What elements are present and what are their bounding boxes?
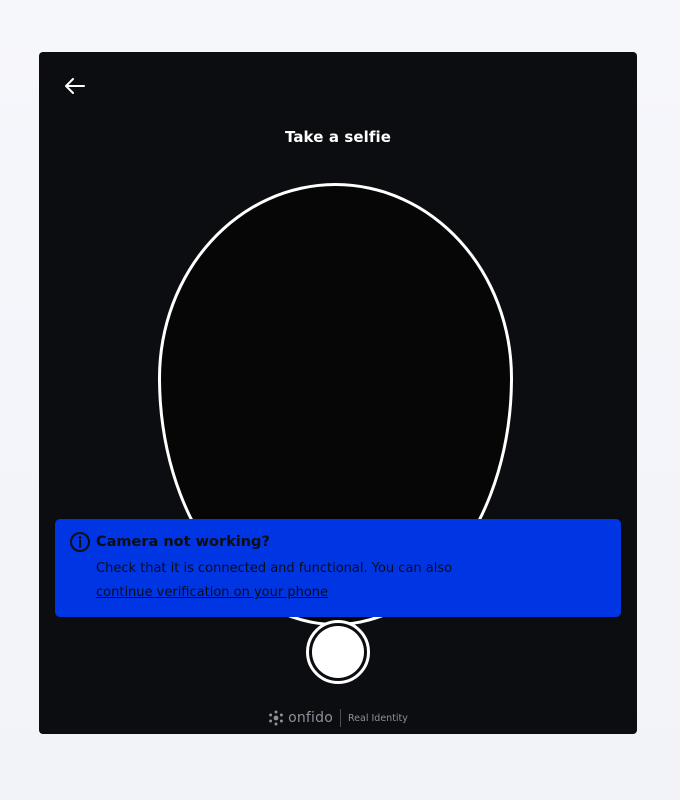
alert-body: Check that it is connected and functiona… — [96, 557, 607, 605]
arrow-left-icon — [65, 78, 85, 94]
alert-title: Camera not working? — [96, 534, 270, 550]
shutter-icon — [312, 626, 364, 678]
onfido-logo-icon — [269, 710, 283, 726]
brand-tagline: Real Identity — [348, 712, 408, 724]
page-title: Take a selfie — [284, 128, 392, 146]
page-background: Take a selfie Camera not working? Check … — [0, 0, 680, 800]
footer-divider — [340, 709, 341, 727]
back-button[interactable] — [61, 72, 89, 100]
footer-branding: onfido Real Identity — [39, 708, 637, 728]
camera-error-alert: Camera not working? Check that it is con… — [55, 519, 621, 617]
alert-header: Camera not working? — [69, 531, 607, 553]
brand-logo: onfido — [268, 710, 333, 726]
info-circle-icon — [70, 532, 90, 552]
brand-name: onfido — [288, 710, 333, 726]
continue-on-phone-link[interactable]: continue verification on your phone — [96, 585, 328, 600]
alert-message: Check that it is connected and functiona… — [96, 561, 453, 576]
selfie-capture-modal: Take a selfie Camera not working? Check … — [39, 52, 637, 734]
take-photo-button[interactable] — [306, 620, 370, 684]
